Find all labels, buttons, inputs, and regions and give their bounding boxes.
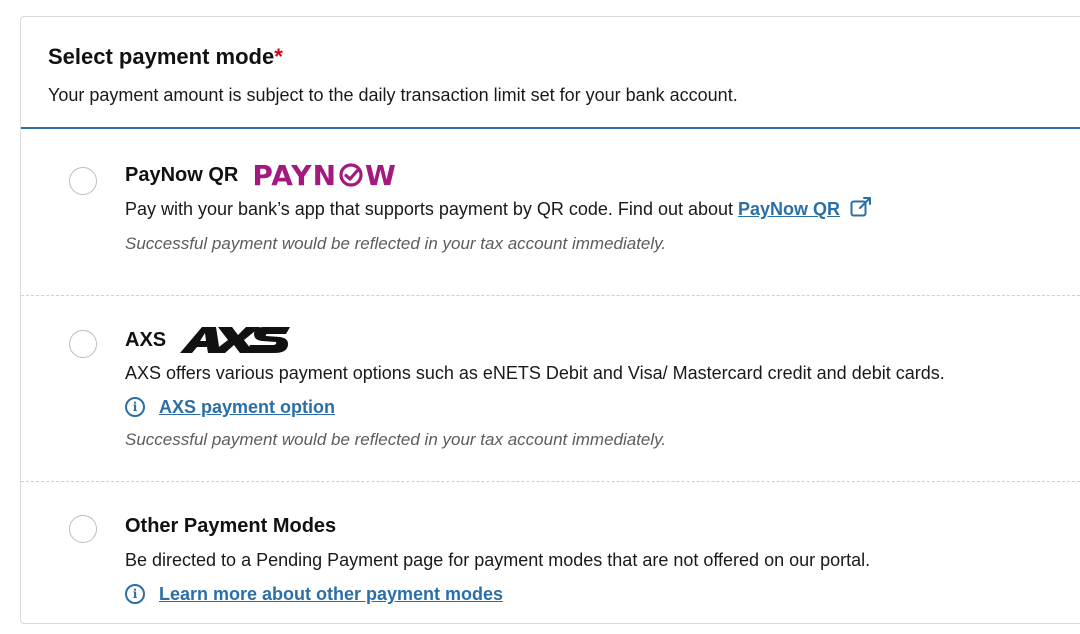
option-desc-paynow: Pay with your bank’s app that supports p…: [125, 197, 1080, 223]
option-title-text: PayNow QR: [125, 163, 239, 186]
axs-info-row: i AXS payment option: [125, 395, 1080, 419]
option-axs[interactable]: AXS AXS offers various payment options s…: [21, 296, 1080, 482]
option-note-axs: Successful payment would be reflected in…: [125, 430, 667, 449]
option-title-text: AXS: [125, 328, 167, 351]
option-note-paynow: Successful payment would be reflected in…: [125, 234, 667, 254]
option-title-axs: AXS: [125, 324, 1080, 356]
option-desc-other: Be directed to a Pending Payment page fo…: [125, 550, 871, 570]
page-title: Select payment mode*: [48, 44, 283, 69]
other-info-row: i Learn more about other payment modes: [125, 582, 1080, 606]
desc-text: Pay with your bank’s app that supports p…: [125, 199, 739, 219]
paynow-logo: PAYN W: [252, 158, 397, 192]
radio-axs[interactable]: [69, 330, 97, 358]
card-header: Select payment mode* Your payment amount…: [21, 17, 1080, 129]
option-other-payment-modes[interactable]: Other Payment Modes Be directed to a Pen…: [21, 482, 1080, 622]
info-icon: i: [125, 397, 145, 417]
info-icon: i: [125, 584, 145, 604]
axs-payment-option-link[interactable]: AXS payment option: [159, 395, 335, 419]
payment-mode-card: Select payment mode* Your payment amount…: [20, 16, 1080, 624]
option-title-other: Other Payment Modes: [125, 514, 337, 537]
radio-paynow-qr[interactable]: [69, 167, 97, 195]
option-title-paynow: PayNow QR PAYN W: [125, 158, 1080, 192]
learn-more-other-modes-link[interactable]: Learn more about other payment modes: [159, 582, 503, 606]
external-link-icon[interactable]: [850, 197, 872, 223]
radio-other-payment-modes[interactable]: [69, 515, 97, 543]
transaction-limit-note: Your payment amount is subject to the da…: [48, 85, 738, 105]
option-desc-axs: AXS offers various payment options such …: [125, 363, 945, 383]
axs-logo: [180, 325, 292, 355]
option-paynow-qr[interactable]: PayNow QR PAYN W Pay with your bank’s ap…: [21, 129, 1080, 296]
paynow-qr-link[interactable]: PayNow QR: [738, 199, 840, 219]
required-marker: *: [274, 44, 283, 69]
